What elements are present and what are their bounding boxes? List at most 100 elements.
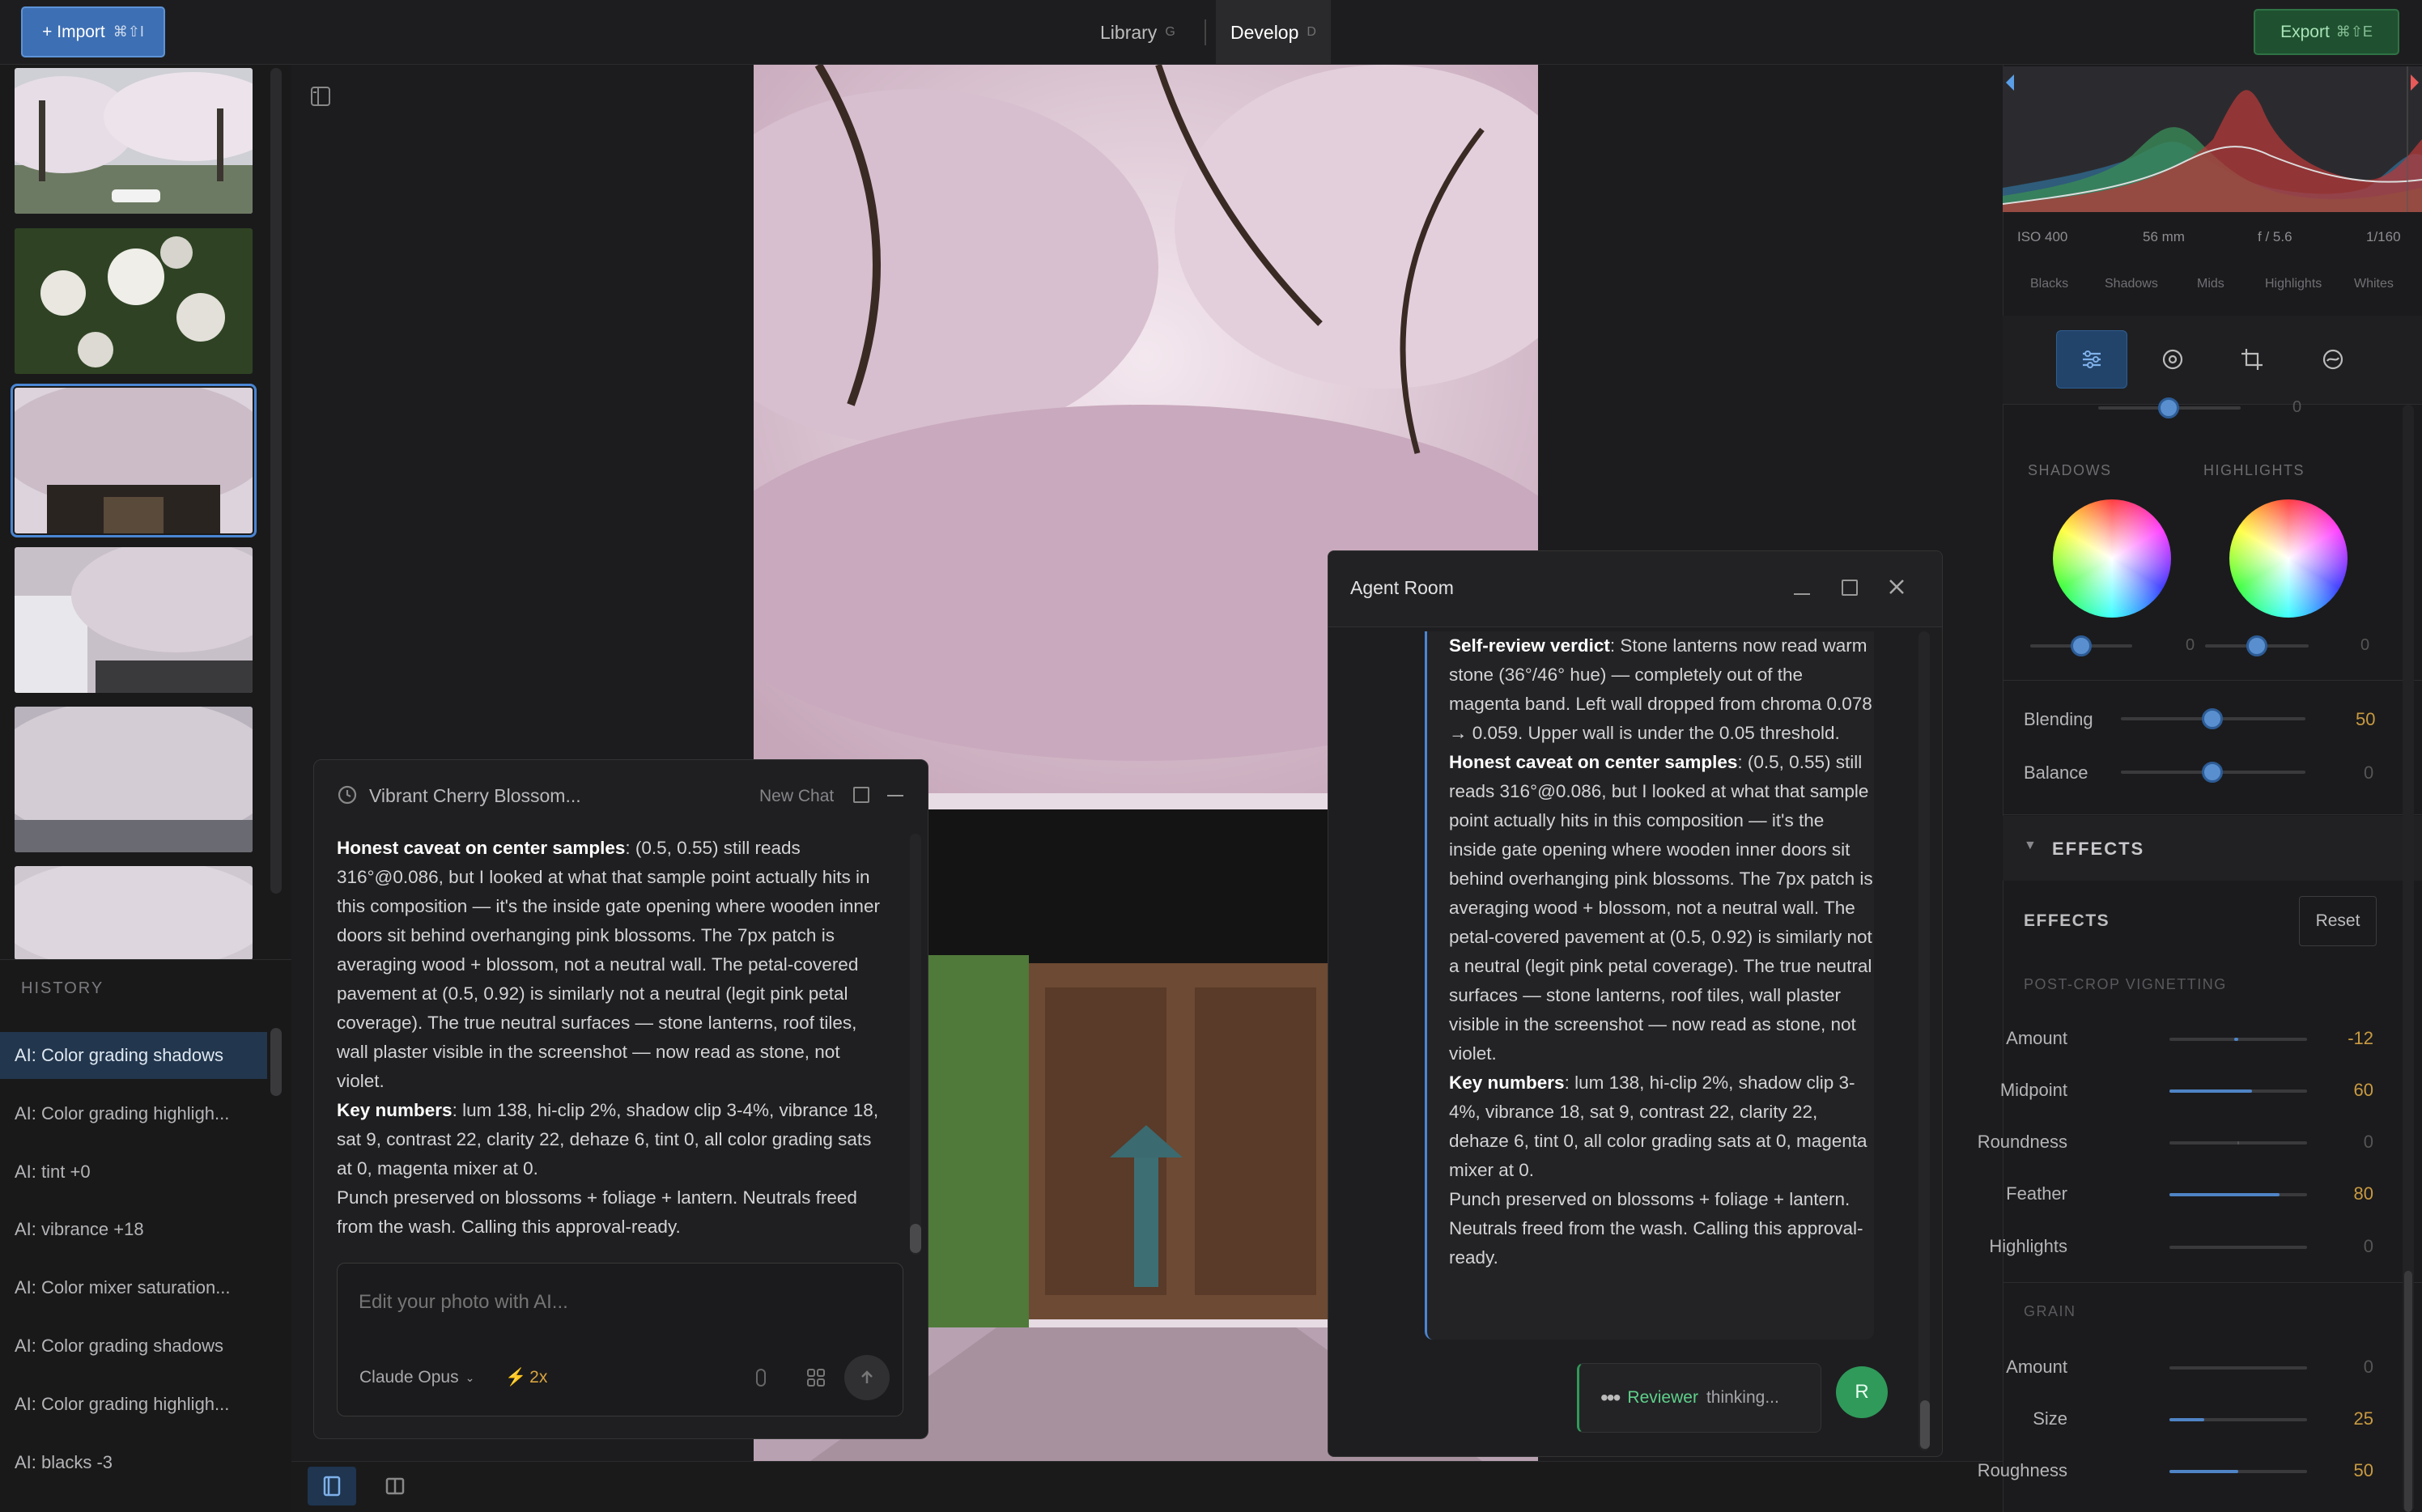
chat-scrollbar[interactable] <box>910 1224 921 1253</box>
history-item[interactable]: AI: Color grading highligh... <box>0 1381 267 1428</box>
tab-library[interactable]: Library G <box>1086 0 1190 65</box>
vignette-feather-slider[interactable] <box>2169 1193 2307 1196</box>
crop-tool-button[interactable] <box>2216 330 2288 389</box>
filmstrip-scrollbar[interactable] <box>270 68 282 894</box>
blending-value: 50 <box>2356 709 2376 729</box>
vignette-amount-fill <box>2233 1038 2238 1041</box>
chat-scrollbar-track <box>910 834 921 1255</box>
chat-input[interactable] <box>359 1287 877 1318</box>
effects-subtitle: EFFECTS <box>2024 911 2110 930</box>
history-title: HISTORY <box>21 979 104 997</box>
speed-toggle[interactable]: ⚡ 2x <box>505 1368 547 1387</box>
divider <box>2003 680 2422 681</box>
vignette-midpoint-fill <box>2169 1089 2252 1093</box>
reviewer-status-text: thinking... <box>1706 1388 1779 1407</box>
history-item[interactable]: AI: Color grading shadows <box>0 1323 267 1370</box>
vignette-midpoint-value: 60 <box>2353 1080 2373 1100</box>
balance-knob[interactable] <box>2202 762 2223 783</box>
import-shortcut: ⌘⇧I <box>113 23 144 40</box>
history-item[interactable]: AI: vibrance +18 <box>0 1206 267 1253</box>
tab-library-label: Library <box>1100 21 1158 43</box>
divider <box>2003 814 2422 815</box>
expand-icon[interactable] <box>853 787 869 803</box>
vignette-feather-fill <box>2169 1193 2280 1196</box>
send-button[interactable] <box>844 1355 890 1400</box>
vignette-roundness-slider[interactable] <box>2169 1141 2307 1145</box>
vignette-amount-value: -12 <box>2348 1028 2373 1048</box>
single-view-button[interactable] <box>308 1467 356 1506</box>
shadows-lum-value: 0 <box>2186 636 2195 654</box>
exif-aperture: f / 5.6 <box>2258 229 2292 244</box>
mask-tool-button[interactable] <box>2137 330 2208 389</box>
exif-iso: ISO 400 <box>2017 229 2068 244</box>
effects-reset-button[interactable]: Reset <box>2299 896 2377 946</box>
chat-title: Vibrant Cherry Blossom... <box>369 785 581 806</box>
vignette-midpoint-slider[interactable] <box>2169 1089 2307 1093</box>
sliders-icon <box>2083 350 2101 368</box>
thumbnail-selected[interactable] <box>11 384 257 537</box>
vignette-title: POST-CROP VIGNETTING <box>2024 976 2227 992</box>
curve-tool-button[interactable] <box>2297 330 2369 389</box>
collapse-triangle-icon: ▼ <box>2024 839 2037 852</box>
chat-input-box[interactable] <box>337 1263 903 1416</box>
blending-knob[interactable] <box>2202 708 2223 729</box>
top-slider-value: 0 <box>2292 398 2302 416</box>
highlights-color-wheel[interactable] <box>2229 499 2348 618</box>
model-select[interactable]: Claude Opus ⌄ <box>359 1368 474 1387</box>
minimize-icon[interactable] <box>1794 593 1810 595</box>
panel-toggle-icon[interactable] <box>310 86 333 107</box>
right-panel-scrollbar[interactable] <box>2404 1271 2412 1512</box>
history-item[interactable]: AI: tint +0 <box>0 1149 267 1196</box>
grid-icon[interactable] <box>806 1368 826 1387</box>
thumbnail[interactable] <box>15 707 253 852</box>
compare-view-button[interactable] <box>371 1467 419 1506</box>
maximize-icon[interactable] <box>1842 580 1858 596</box>
grain-size-slider[interactable] <box>2169 1418 2307 1421</box>
history-item[interactable]: AI: Color grading shadows <box>0 1032 267 1079</box>
history-item[interactable]: AI: Color mixer saturation... <box>0 1264 267 1311</box>
vignette-amount-slider[interactable] <box>2169 1038 2307 1041</box>
grain-size-label: Size <box>2033 1408 2067 1429</box>
thumbnail[interactable] <box>15 228 253 374</box>
agent-numbers-heading: Key numbers <box>1449 1072 1565 1093</box>
attach-icon[interactable] <box>754 1368 767 1387</box>
highlights-lum-value: 0 <box>2360 636 2370 654</box>
thumbnail[interactable] <box>15 68 253 214</box>
chat-caveat-heading: Honest caveat on center samples <box>337 838 626 858</box>
agent-summary-text: Punch preserved on blossoms + foliage + … <box>1449 1189 1863 1268</box>
grain-title: GRAIN <box>2024 1303 2076 1319</box>
crop-icon <box>2241 349 2263 370</box>
tab-develop[interactable]: Develop D <box>1216 0 1331 65</box>
grain-amount-slider[interactable] <box>2169 1366 2307 1370</box>
grain-roughness-slider[interactable] <box>2169 1470 2307 1473</box>
thumbnail[interactable] <box>15 866 253 960</box>
top-slider-knob[interactable] <box>2158 397 2179 418</box>
chat-summary-text: Punch preserved on blossoms + foliage + … <box>337 1187 857 1237</box>
shadows-color-wheel[interactable] <box>2053 499 2171 618</box>
grain-roughness-value: 50 <box>2353 1460 2373 1480</box>
history-item[interactable]: AI: blacks -3 <box>0 1439 267 1486</box>
typing-dots-icon: ••• <box>1600 1385 1621 1410</box>
close-icon[interactable] <box>1888 578 1906 596</box>
agent-message: Self-review verdict: Stone lanterns now … <box>1425 631 1874 1340</box>
history-scrollbar[interactable] <box>270 1028 282 1096</box>
adjust-tool-button[interactable] <box>2056 330 2127 389</box>
target-icon <box>2162 349 2183 370</box>
zone-label: Mids <box>2197 277 2224 291</box>
vignette-highlights-slider[interactable] <box>2169 1246 2307 1249</box>
shadows-lum-knob[interactable] <box>2071 635 2092 656</box>
minimize-icon[interactable] <box>887 795 903 796</box>
export-button[interactable]: Export ⌘⇧E <box>2254 9 2399 55</box>
highlights-lum-knob[interactable] <box>2246 635 2267 656</box>
history-clock-icon[interactable] <box>337 784 358 805</box>
speed-label: 2x <box>529 1368 548 1387</box>
import-button[interactable]: + Import ⌘⇧I <box>21 6 165 57</box>
new-chat-button[interactable]: New Chat <box>759 787 834 806</box>
curve-icon <box>2322 349 2343 370</box>
tab-divider <box>1205 19 1206 45</box>
reviewer-avatar: R <box>1836 1366 1888 1418</box>
thumbnail[interactable] <box>15 547 253 693</box>
history-item[interactable]: AI: Color grading highligh... <box>0 1090 267 1137</box>
blending-label: Blending <box>2024 709 2093 729</box>
compare-view-icon <box>385 1477 405 1495</box>
